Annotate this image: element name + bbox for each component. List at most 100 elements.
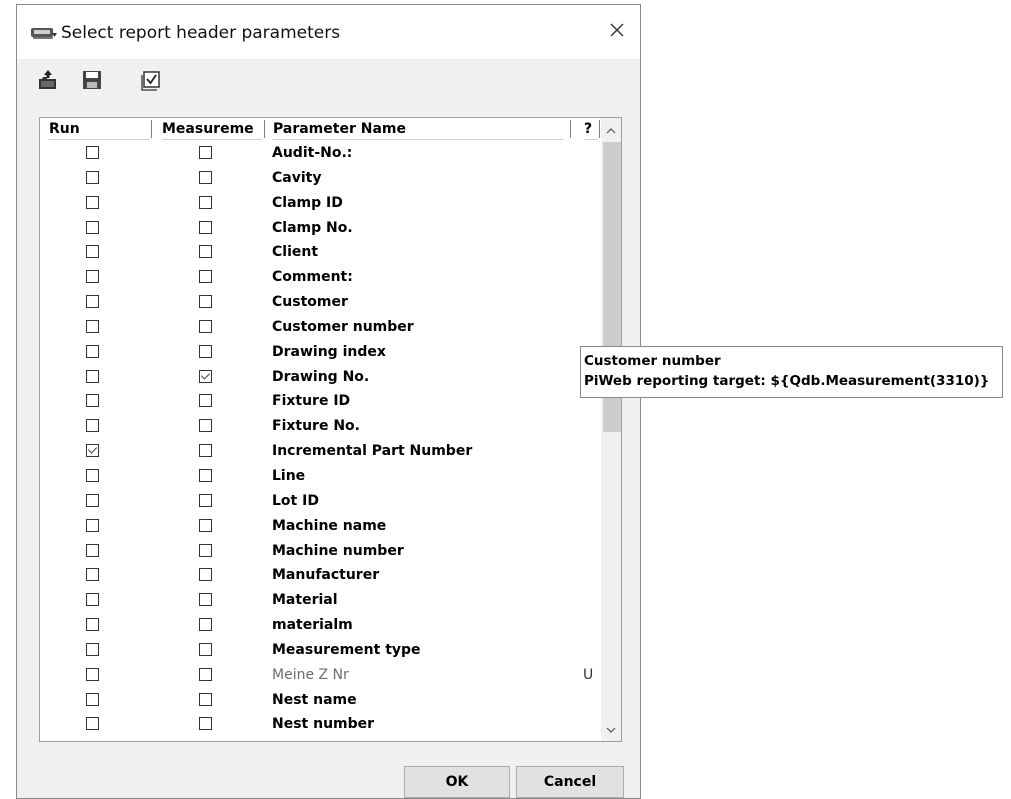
run-checkbox[interactable] (86, 419, 99, 433)
measurement-checkbox[interactable] (199, 319, 212, 333)
table-row[interactable]: Machine name (40, 514, 600, 539)
window-title: Select report header parameters (61, 23, 341, 43)
measurement-checkbox[interactable] (199, 419, 212, 433)
run-checkbox[interactable] (86, 444, 99, 458)
measurement-checkbox[interactable] (199, 468, 212, 482)
run-checkbox[interactable] (86, 319, 99, 333)
measurement-checkbox[interactable] (199, 146, 212, 159)
vertical-scrollbar[interactable] (601, 118, 621, 741)
table-row[interactable]: Drawing No. (40, 365, 600, 390)
chevron-up-icon (606, 121, 616, 139)
run-checkbox[interactable] (86, 493, 99, 507)
measurement-checkbox[interactable] (199, 692, 212, 706)
run-checkbox[interactable] (86, 220, 99, 234)
measurement-checkbox[interactable] (199, 593, 212, 607)
column-header-parameter-name[interactable]: Parameter Name (273, 118, 563, 140)
table-row[interactable]: Fixture ID (40, 389, 600, 414)
measurement-checkbox[interactable] (199, 394, 212, 408)
column-header-run[interactable]: Run (49, 118, 149, 140)
table-row[interactable]: materialm (40, 613, 600, 638)
parameter-name: Machine number (272, 542, 404, 559)
parameter-tooltip: Customer number PiWeb reporting target: … (580, 346, 1003, 398)
table-row[interactable]: Incremental Part Number (40, 439, 600, 464)
measurement-checkbox[interactable] (199, 245, 212, 259)
table-row[interactable]: Audit-No.: (40, 141, 600, 166)
run-checkbox[interactable] (86, 369, 99, 383)
table-row[interactable]: Material (40, 588, 600, 613)
close-icon (609, 22, 625, 43)
run-checkbox[interactable] (86, 568, 99, 582)
table-row[interactable]: Line (40, 464, 600, 489)
parameter-name: Drawing index (272, 343, 386, 360)
run-checkbox[interactable] (86, 394, 99, 408)
run-checkbox[interactable] (86, 344, 99, 358)
measurement-checkbox[interactable] (199, 667, 212, 681)
open-button[interactable] (37, 69, 59, 91)
measurement-checkbox[interactable] (199, 518, 212, 532)
column-divider[interactable] (599, 120, 600, 138)
table-row[interactable]: Clamp ID (40, 191, 600, 216)
run-checkbox[interactable] (86, 270, 99, 284)
measurement-checkbox[interactable] (199, 344, 212, 358)
table-row[interactable]: Nest number (40, 712, 600, 737)
chevron-down-icon (606, 720, 616, 738)
run-checkbox[interactable] (86, 717, 99, 731)
run-checkbox[interactable] (86, 667, 99, 681)
run-checkbox[interactable] (86, 692, 99, 706)
table-row[interactable]: Client (40, 240, 600, 265)
measurement-checkbox[interactable] (199, 568, 212, 582)
close-button[interactable] (594, 9, 640, 55)
table-row[interactable]: Meine Z Nr U (40, 663, 600, 688)
table-row[interactable]: Fixture No. (40, 414, 600, 439)
run-checkbox[interactable] (86, 295, 99, 309)
parameter-name: Cavity (272, 169, 322, 186)
table-row[interactable]: Customer (40, 290, 600, 315)
measurement-checkbox[interactable] (199, 543, 212, 557)
cancel-button[interactable]: Cancel (516, 766, 624, 798)
table-row[interactable]: Measurement type (40, 638, 600, 663)
table-row[interactable]: Customer number (40, 315, 600, 340)
run-checkbox[interactable] (86, 146, 99, 159)
measurement-checkbox[interactable] (199, 642, 212, 656)
measurement-checkbox[interactable] (199, 369, 212, 383)
measurement-checkbox[interactable] (199, 295, 212, 309)
parameter-name: Customer (272, 294, 348, 311)
run-checkbox[interactable] (86, 642, 99, 656)
measurement-checkbox[interactable] (199, 618, 212, 632)
run-checkbox[interactable] (86, 518, 99, 532)
column-divider[interactable] (570, 120, 571, 138)
measurement-checkbox[interactable] (199, 444, 212, 458)
table-row[interactable]: Machine number (40, 539, 600, 564)
run-checkbox[interactable] (86, 543, 99, 557)
run-checkbox[interactable] (86, 468, 99, 482)
check-all-button[interactable] (141, 69, 163, 91)
run-checkbox[interactable] (86, 170, 99, 184)
save-button[interactable] (81, 69, 103, 91)
parameter-name: Measurement type (272, 641, 421, 658)
column-header-flag[interactable]: ? (584, 118, 598, 140)
measurement-checkbox[interactable] (199, 717, 212, 731)
table-row[interactable]: Manufacturer (40, 563, 600, 588)
column-header-measurement[interactable]: Measureme (162, 118, 262, 140)
table-row[interactable]: Comment: (40, 265, 600, 290)
scroll-up-button[interactable] (601, 120, 621, 140)
table-row[interactable]: Lot ID (40, 489, 600, 514)
measurement-checkbox[interactable] (199, 220, 212, 234)
table-row[interactable]: Cavity (40, 166, 600, 191)
run-checkbox[interactable] (86, 245, 99, 259)
run-checkbox[interactable] (86, 195, 99, 209)
table-row[interactable]: Drawing index (40, 340, 600, 365)
ok-button[interactable]: OK (404, 766, 510, 798)
column-divider[interactable] (264, 120, 265, 138)
table-row[interactable]: Nest name (40, 688, 600, 713)
measurement-checkbox[interactable] (199, 270, 212, 284)
measurement-checkbox[interactable] (199, 170, 212, 184)
measurement-checkbox[interactable] (199, 195, 212, 209)
column-divider[interactable] (151, 120, 152, 138)
parameter-name: Nest number (272, 716, 375, 733)
run-checkbox[interactable] (86, 593, 99, 607)
run-checkbox[interactable] (86, 618, 99, 632)
table-row[interactable]: Clamp No. (40, 216, 600, 241)
scroll-down-button[interactable] (601, 719, 621, 739)
measurement-checkbox[interactable] (199, 493, 212, 507)
